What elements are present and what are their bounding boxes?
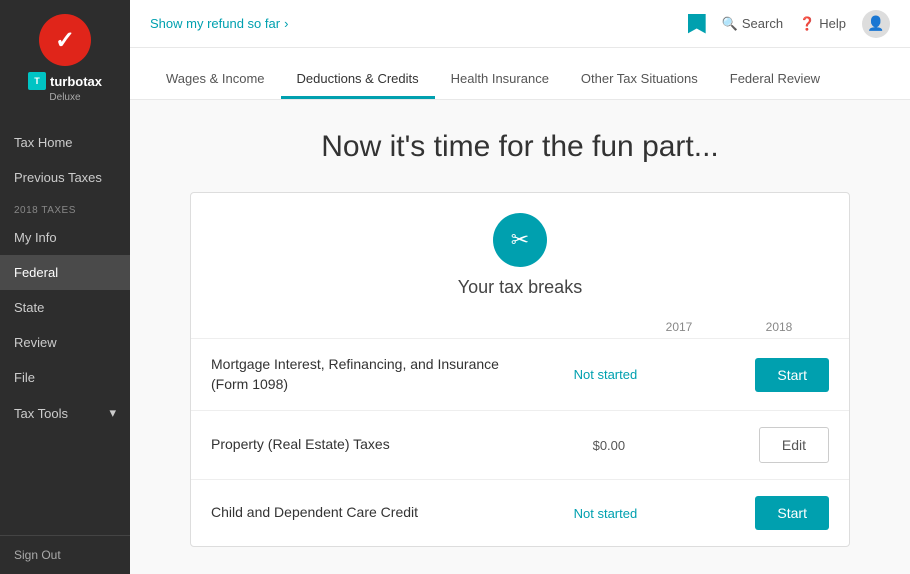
deduction-label-childcare: Child and Dependent Care Credit xyxy=(211,503,555,523)
sidebar-item-review[interactable]: Review xyxy=(0,325,130,360)
sidebar-item-label: Tax Home xyxy=(14,135,73,150)
avatar-icon: 👤 xyxy=(867,15,884,32)
deduction-label-property: Property (Real Estate) Taxes xyxy=(211,435,559,455)
sidebar-item-file[interactable]: File xyxy=(0,360,130,395)
deduction-row-childcare: Child and Dependent Care Credit Not star… xyxy=(191,480,849,546)
search-icon: 🔍 xyxy=(722,16,738,32)
topbar-left: Show my refund so far › xyxy=(150,16,668,31)
deduction-status-childcare: Not started xyxy=(555,506,655,521)
avatar[interactable]: 👤 xyxy=(862,10,890,38)
start-button-childcare[interactable]: Start xyxy=(755,496,829,530)
sidebar-item-label: State xyxy=(14,300,44,315)
tab-deductions[interactable]: Deductions & Credits xyxy=(281,61,435,99)
sidebar-item-tax-tools[interactable]: Tax Tools ▾ xyxy=(0,395,130,431)
logo-circle: ✓ xyxy=(39,14,91,66)
deduction-row-property: Property (Real Estate) Taxes $0.00 Edit xyxy=(191,411,849,480)
sidebar-item-tax-home[interactable]: Tax Home xyxy=(0,125,130,160)
topbar-right: 🔍 Search ❓ Help 👤 xyxy=(688,10,890,38)
sidebar-item-my-info[interactable]: My Info xyxy=(0,220,130,255)
tax-breaks-card: ✂ Your tax breaks 2017 2018 Mortgage Int… xyxy=(190,192,850,547)
sidebar-item-previous-taxes[interactable]: Previous Taxes xyxy=(0,160,130,195)
bookmark-icon xyxy=(688,14,706,34)
help-icon: ❓ xyxy=(799,16,815,32)
deduction-status-property: $0.00 xyxy=(559,438,659,453)
col-2018: 2018 xyxy=(729,320,829,334)
columns-header-row: 2017 2018 xyxy=(191,316,849,339)
turbotax-variant: Deluxe xyxy=(49,92,80,103)
sidebar-item-federal[interactable]: Federal xyxy=(0,255,130,290)
sidebar: ✓ T turbotax Deluxe Tax Home Previous Ta… xyxy=(0,0,130,574)
turbotax-brand: T turbotax xyxy=(28,72,102,90)
sign-out-button[interactable]: Sign Out xyxy=(0,535,130,574)
sidebar-item-label: File xyxy=(14,370,35,385)
tab-health[interactable]: Health Insurance xyxy=(435,61,565,99)
content-area: Now it's time for the fun part... ✂ Your… xyxy=(130,100,910,574)
card-header: ✂ Your tax breaks xyxy=(191,193,849,316)
page-headline: Now it's time for the fun part... xyxy=(190,130,850,164)
scissors-icon: ✂ xyxy=(511,227,529,253)
turbotax-name: turbotax xyxy=(50,74,102,89)
sidebar-item-label: Previous Taxes xyxy=(14,170,102,185)
sidebar-section-label: 2018 TAXES xyxy=(0,195,130,220)
help-button[interactable]: ❓ Help xyxy=(799,16,846,32)
nav-tabs: Wages & Income Deductions & Credits Heal… xyxy=(130,48,910,100)
search-button[interactable]: 🔍 Search xyxy=(722,16,783,32)
tab-other[interactable]: Other Tax Situations xyxy=(565,61,714,99)
col-2017: 2017 xyxy=(629,320,729,334)
sidebar-item-state[interactable]: State xyxy=(0,290,130,325)
sidebar-item-label: Federal xyxy=(14,265,58,280)
chevron-down-icon: ▾ xyxy=(109,405,116,421)
tax-breaks-icon-circle: ✂ xyxy=(493,213,547,267)
show-refund-link[interactable]: Show my refund so far › xyxy=(150,16,288,31)
deduction-label-mortgage: Mortgage Interest, Refinancing, and Insu… xyxy=(211,355,555,394)
card-title: Your tax breaks xyxy=(458,277,582,298)
edit-button-property[interactable]: Edit xyxy=(759,427,829,463)
sidebar-item-label: Tax Tools xyxy=(14,406,68,421)
turbotax-icon: T xyxy=(28,72,46,90)
sidebar-item-label: My Info xyxy=(14,230,57,245)
sidebar-logo: ✓ T turbotax Deluxe xyxy=(0,0,130,117)
arrow-icon: › xyxy=(284,16,288,31)
bookmark-button[interactable] xyxy=(688,14,706,34)
tab-wages[interactable]: Wages & Income xyxy=(150,61,281,99)
tab-review[interactable]: Federal Review xyxy=(714,61,836,99)
deduction-status-mortgage: Not started xyxy=(555,367,655,382)
deduction-row-mortgage: Mortgage Interest, Refinancing, and Insu… xyxy=(191,339,849,411)
topbar: Show my refund so far › 🔍 Search ❓ Help … xyxy=(130,0,910,48)
sidebar-nav: Tax Home Previous Taxes 2018 TAXES My In… xyxy=(0,117,130,535)
logo-checkmark: ✓ xyxy=(55,26,75,55)
main-content: Show my refund so far › 🔍 Search ❓ Help … xyxy=(130,0,910,574)
sidebar-item-label: Review xyxy=(14,335,57,350)
start-button-mortgage[interactable]: Start xyxy=(755,358,829,392)
